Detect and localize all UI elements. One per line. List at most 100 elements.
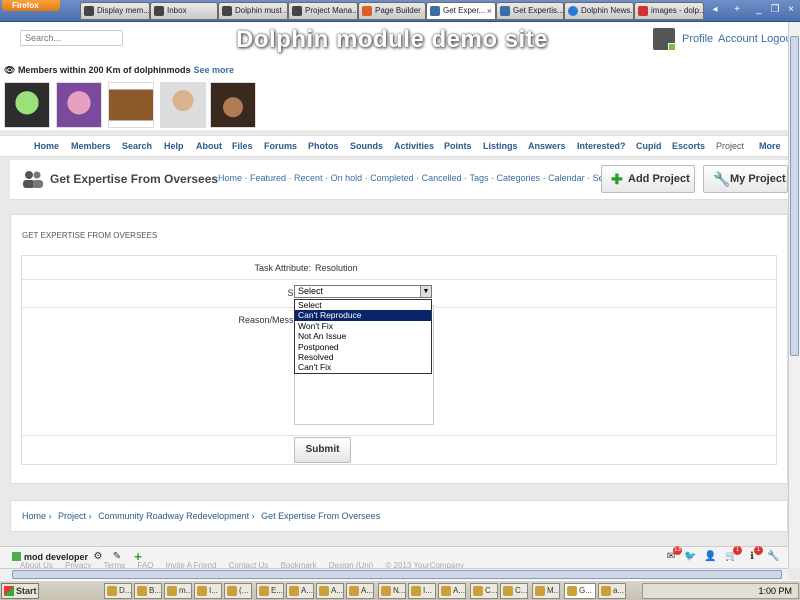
horizontal-scrollbar[interactable] bbox=[0, 568, 788, 580]
taskbar-button-active[interactable]: G... bbox=[564, 583, 596, 599]
browser-tab[interactable]: Dolphin must ... bbox=[218, 2, 288, 20]
state-option[interactable]: Not An Issue bbox=[295, 331, 431, 341]
taskbar-button[interactable]: C... bbox=[470, 583, 498, 599]
taskbar-button[interactable]: a... bbox=[598, 583, 626, 599]
info-icon[interactable]: ℹ1 bbox=[746, 546, 763, 563]
nav-more[interactable]: More bbox=[759, 141, 781, 151]
nav-about[interactable]: About bbox=[196, 141, 222, 151]
chevron-down-icon[interactable]: ▼ bbox=[420, 286, 431, 297]
green-cartoon-avatar[interactable] bbox=[4, 82, 50, 128]
taskbar-button[interactable]: (... bbox=[224, 583, 252, 599]
breadcrumb-current[interactable]: Get Expertise From Oversees bbox=[261, 511, 380, 521]
sub-nav-recent[interactable]: Recent bbox=[294, 173, 323, 183]
tab-close-icon[interactable]: × bbox=[487, 3, 492, 19]
wrench-icon[interactable]: 🔧 bbox=[767, 551, 779, 563]
new-tab-icon[interactable]: + bbox=[730, 2, 744, 18]
nav-sounds[interactable]: Sounds bbox=[350, 141, 383, 151]
taskbar-button[interactable]: N... bbox=[378, 583, 406, 599]
taskbar-button[interactable]: A... bbox=[438, 583, 466, 599]
see-more-link[interactable]: › See more bbox=[188, 65, 234, 75]
start-button[interactable]: Start bbox=[1, 583, 39, 599]
nav-activities[interactable]: Activities bbox=[394, 141, 434, 151]
taskbar-button[interactable]: B... bbox=[134, 583, 162, 599]
scroll-tabs-icon[interactable]: ◂ bbox=[708, 2, 722, 18]
nav-help[interactable]: Help bbox=[164, 141, 184, 151]
close-window-icon[interactable]: × bbox=[784, 2, 798, 18]
taskbar-button[interactable]: A... bbox=[316, 583, 344, 599]
nav-photos[interactable]: Photos bbox=[308, 141, 339, 151]
nav-answers[interactable]: Answers bbox=[528, 141, 566, 151]
nav-listings[interactable]: Listings bbox=[483, 141, 518, 151]
nav-cupid[interactable]: Cupid bbox=[636, 141, 662, 151]
taskbar-button[interactable]: D... bbox=[104, 583, 132, 599]
site-search-input[interactable] bbox=[20, 30, 123, 46]
breadcrumb-home[interactable]: Home bbox=[22, 511, 46, 521]
taskbar-button[interactable]: A... bbox=[346, 583, 374, 599]
state-option-highlighted[interactable]: Can't Reproduce bbox=[295, 310, 431, 321]
taskbar-button[interactable]: E... bbox=[256, 583, 284, 599]
my-project-button[interactable]: 🔧 My Project bbox=[703, 165, 788, 193]
browser-tab[interactable]: Display mem... bbox=[80, 2, 150, 20]
scroll-thumb[interactable] bbox=[790, 36, 799, 356]
taskbar-button[interactable]: I... bbox=[408, 583, 436, 599]
sub-nav-calendar[interactable]: Calendar bbox=[548, 173, 585, 183]
state-option[interactable]: Resolved bbox=[295, 352, 431, 362]
mail-icon[interactable]: ✉ 13 bbox=[665, 546, 682, 563]
taskbar-button[interactable]: C... bbox=[500, 583, 528, 599]
browser-tab[interactable]: Inbox bbox=[150, 2, 218, 20]
sub-nav-categories[interactable]: Categories bbox=[497, 173, 541, 183]
edit-icon[interactable]: ✎ bbox=[111, 551, 123, 563]
sub-nav-on-hold[interactable]: On hold bbox=[331, 173, 363, 183]
breadcrumb-community-roadway[interactable]: Community Roadway Redevelopment bbox=[98, 511, 249, 521]
state-select[interactable]: Select ▼ bbox=[294, 285, 432, 298]
taskbar-button[interactable]: M... bbox=[532, 583, 560, 599]
add-project-button[interactable]: ✚ Add Project bbox=[601, 165, 695, 193]
suitcase-avatar[interactable] bbox=[108, 82, 154, 128]
sub-nav-home[interactable]: Home bbox=[218, 173, 242, 183]
nav-search[interactable]: Search bbox=[122, 141, 152, 151]
sub-nav-tags[interactable]: Tags bbox=[470, 173, 489, 183]
account-link[interactable]: Account bbox=[718, 33, 758, 45]
nav-interested[interactable]: Interested? bbox=[577, 141, 626, 151]
browser-tab-active[interactable]: Get Exper... × bbox=[426, 2, 496, 20]
profile-link[interactable]: Profile bbox=[682, 33, 713, 45]
taskbar-button[interactable]: A... bbox=[286, 583, 314, 599]
nav-forums[interactable]: Forums bbox=[264, 141, 297, 151]
browser-tab[interactable]: Dolphin News... bbox=[564, 2, 634, 20]
woman-photo-avatar[interactable] bbox=[210, 82, 256, 128]
vertical-scrollbar[interactable] bbox=[788, 22, 800, 568]
sub-nav-completed[interactable]: Completed bbox=[370, 173, 414, 183]
breadcrumb-project[interactable]: Project bbox=[58, 511, 86, 521]
sub-nav-featured[interactable]: Featured bbox=[250, 173, 286, 183]
purple-cartoon-avatar[interactable] bbox=[56, 82, 102, 128]
person-icon[interactable]: 👤 bbox=[704, 551, 716, 563]
add-icon[interactable]: + bbox=[132, 550, 144, 563]
gear-icon[interactable]: ⚙ bbox=[92, 551, 104, 563]
user-avatar[interactable] bbox=[653, 28, 676, 51]
browser-tab[interactable]: Page Builder bbox=[358, 2, 426, 20]
dev-toolbar-user[interactable]: mod developer bbox=[12, 552, 88, 562]
firefox-menu-button[interactable]: Firefox bbox=[2, 0, 60, 11]
state-option[interactable]: Select bbox=[295, 300, 431, 310]
state-option[interactable]: Won't Fix bbox=[295, 321, 431, 331]
nav-project[interactable]: Project bbox=[716, 141, 744, 151]
site-title[interactable]: Dolphin module demo site bbox=[236, 26, 548, 54]
nav-files[interactable]: Files bbox=[232, 141, 253, 151]
cart-icon[interactable]: 🛒 1 bbox=[725, 546, 742, 563]
taskbar-button[interactable]: m... bbox=[164, 583, 192, 599]
submit-button[interactable]: Submit bbox=[294, 437, 351, 463]
state-option[interactable]: Postponed bbox=[295, 342, 431, 352]
nav-points[interactable]: Points bbox=[444, 141, 472, 151]
browser-tab[interactable]: Get Expertis... bbox=[496, 2, 564, 20]
nav-escorts[interactable]: Escorts bbox=[672, 141, 705, 151]
browser-tab[interactable]: Project Mana... bbox=[288, 2, 358, 20]
nav-home[interactable]: Home bbox=[34, 141, 59, 151]
taskbar-button[interactable]: I... bbox=[194, 583, 222, 599]
scroll-thumb[interactable] bbox=[12, 570, 782, 579]
state-option[interactable]: Can't Fix bbox=[295, 362, 431, 372]
nav-members[interactable]: Members bbox=[71, 141, 111, 151]
twitter-icon[interactable]: 🐦 bbox=[684, 551, 696, 563]
minimize-icon[interactable]: _ bbox=[752, 2, 766, 18]
man-photo-avatar[interactable] bbox=[160, 82, 206, 128]
browser-tab[interactable]: images - dolp... bbox=[634, 2, 704, 20]
